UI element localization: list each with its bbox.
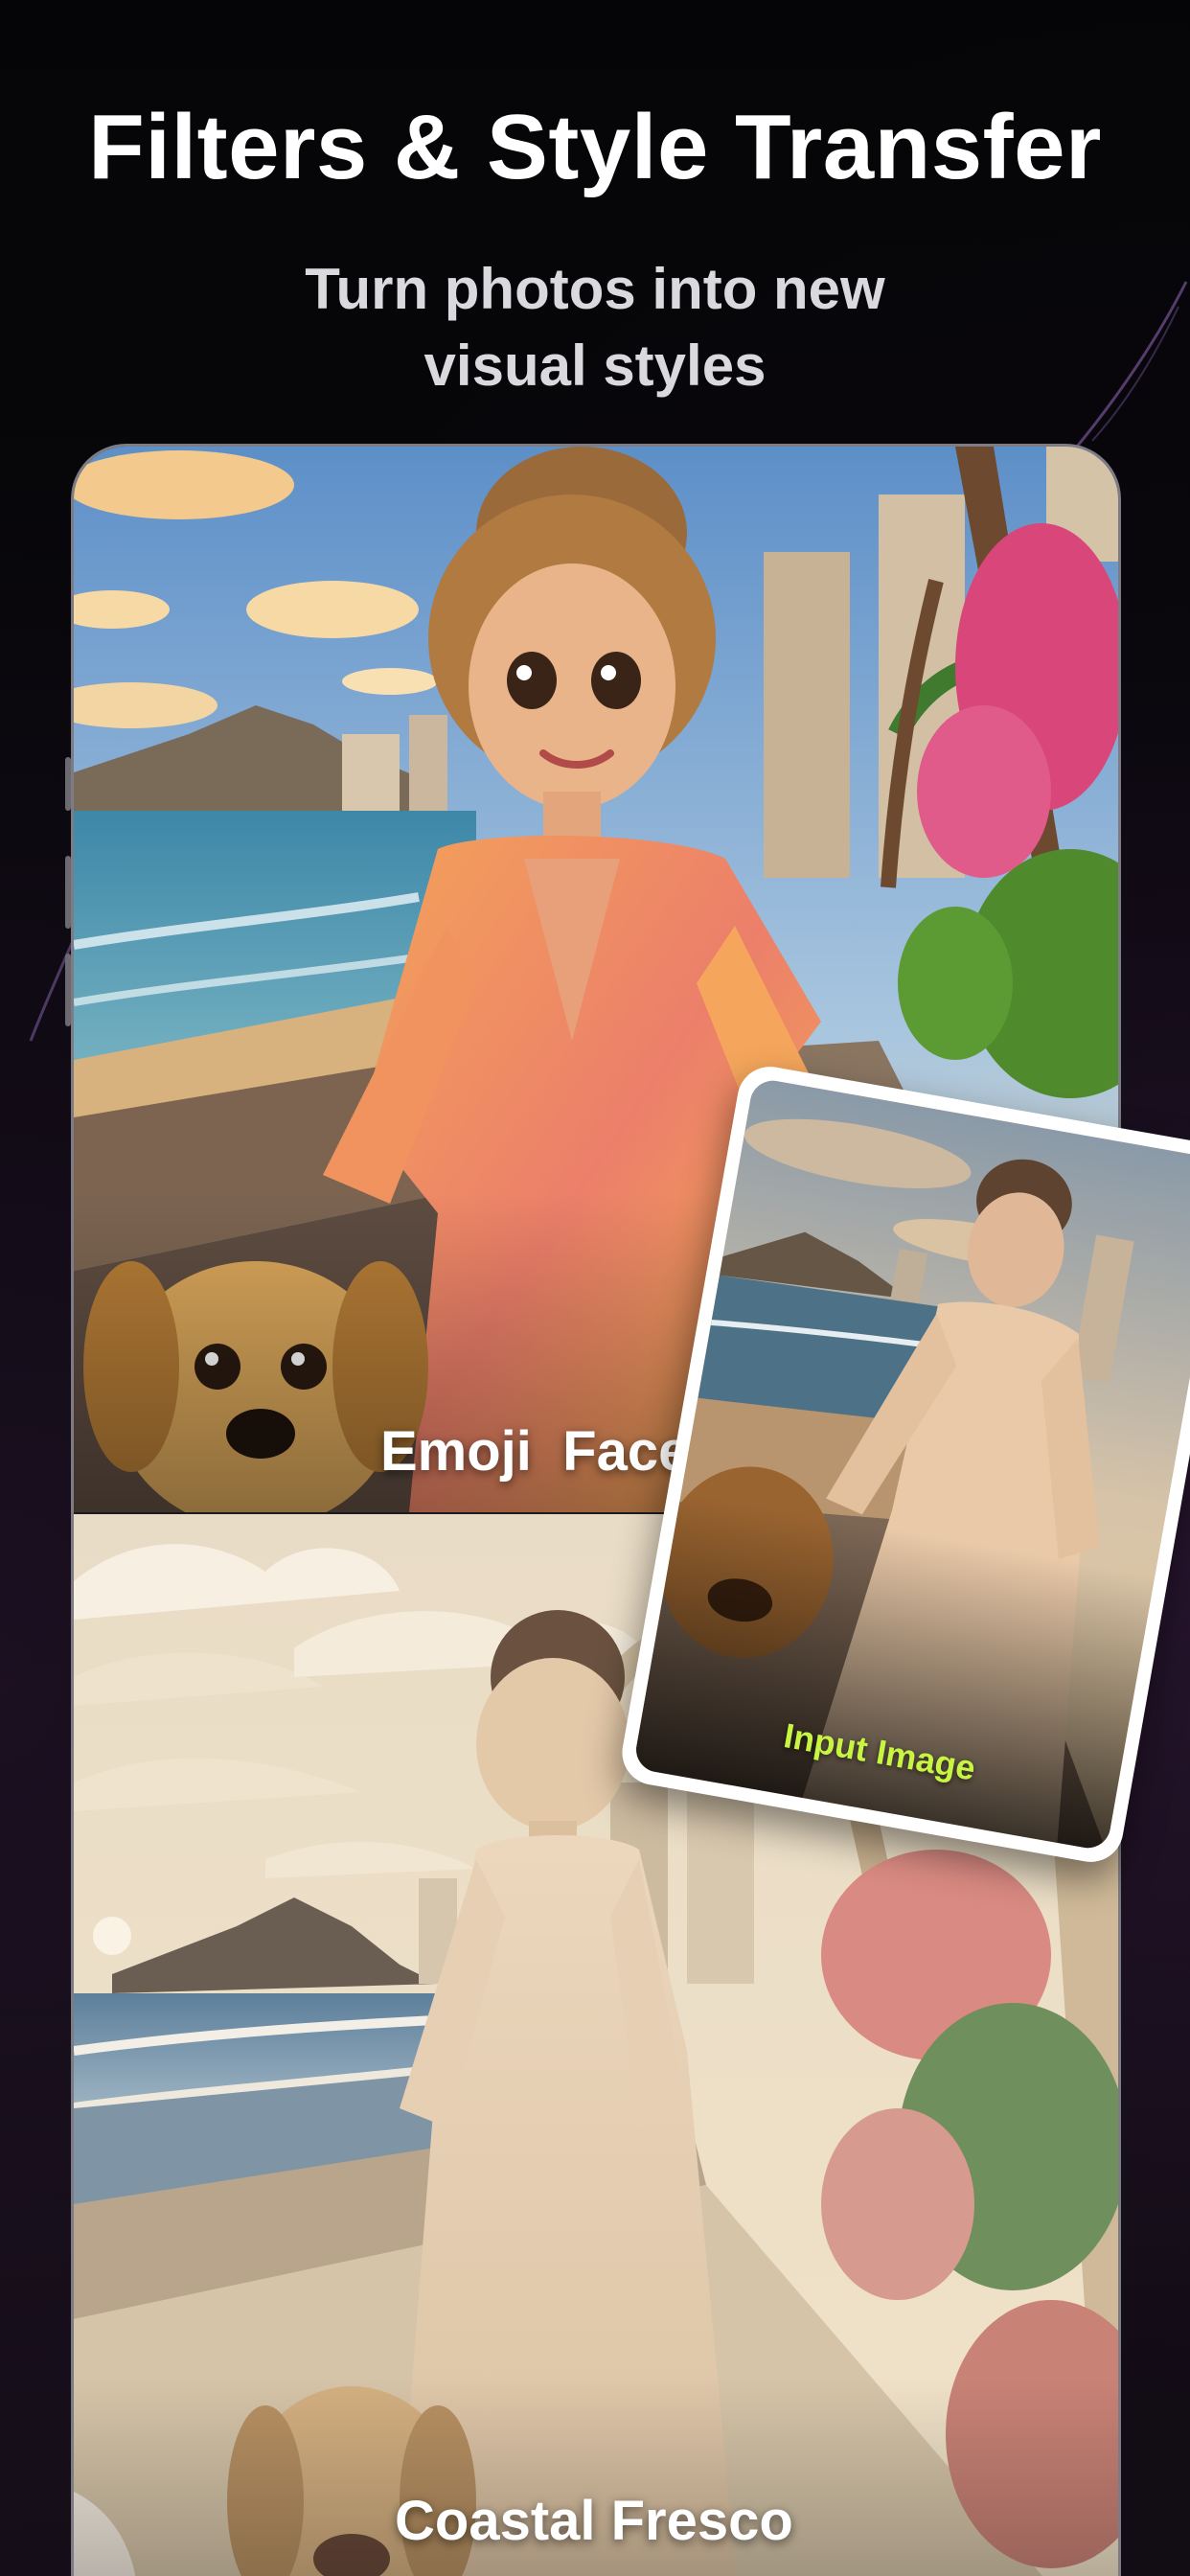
page-title: Filters & Style Transfer: [88, 96, 1102, 198]
style-label-coastal-fresco: Coastal Fresco: [395, 2490, 793, 2552]
style-label-emoji-face: Emoji Face: [380, 1420, 690, 1483]
promo-page: Filters & Style Transfer Turn photos int…: [0, 0, 1190, 2576]
page-subtitle: Turn photos into new visual styles: [305, 257, 885, 398]
decorative-streak-right: [1075, 281, 1188, 448]
